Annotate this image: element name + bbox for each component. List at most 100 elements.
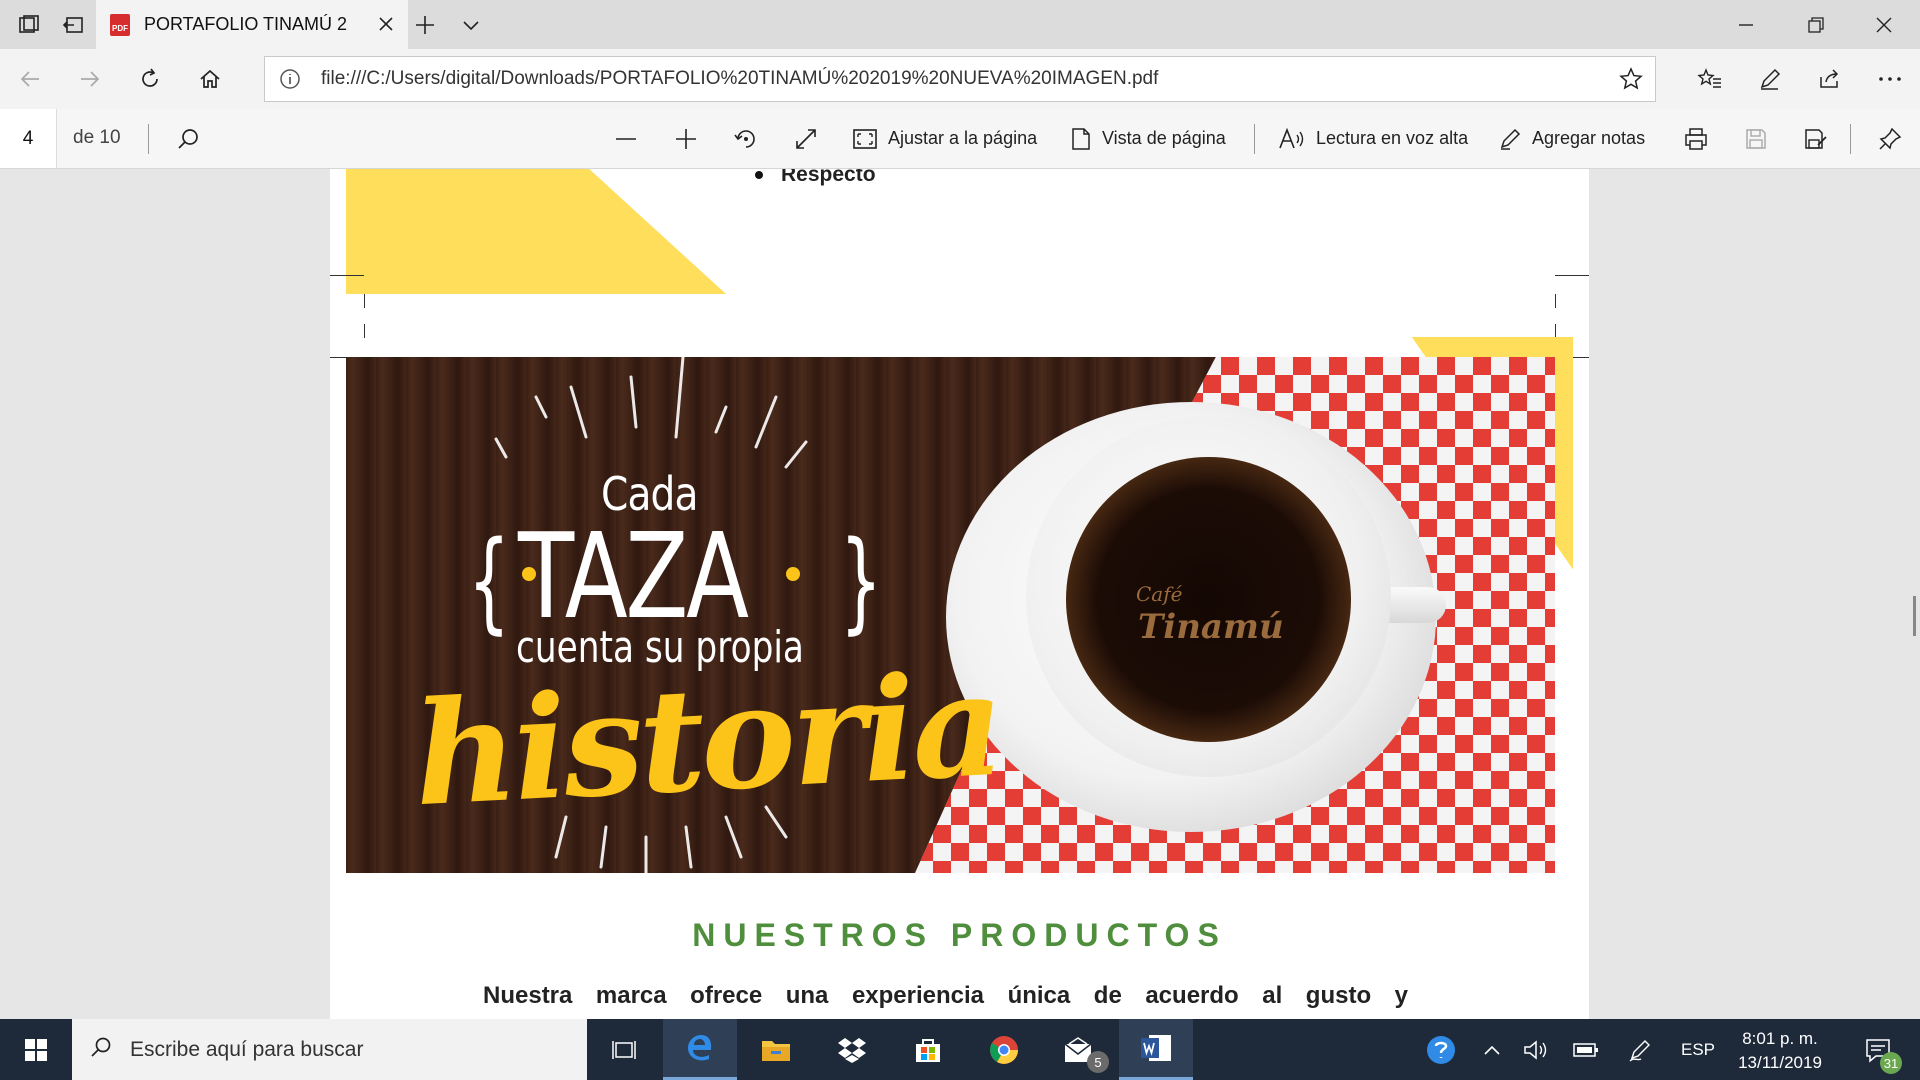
- action-center-icon[interactable]: 31: [1848, 1019, 1908, 1080]
- word-icon[interactable]: [1119, 1019, 1193, 1080]
- search-icon[interactable]: [168, 109, 208, 168]
- battery-icon[interactable]: [1566, 1019, 1606, 1080]
- dropbox-icon[interactable]: [815, 1019, 889, 1080]
- pdf-viewer[interactable]: Respecto Café Tinamú {} Cada TAZA cuent…: [0, 169, 1920, 1019]
- taskbar-search[interactable]: Escribe aquí para buscar: [72, 1019, 587, 1080]
- file-explorer-icon[interactable]: [739, 1019, 813, 1080]
- fullscreen-icon[interactable]: [786, 109, 826, 168]
- language-indicator[interactable]: ESP: [1670, 1019, 1726, 1080]
- add-notes-label: Agregar notas: [1532, 128, 1646, 148]
- favorite-star-icon[interactable]: [1619, 67, 1643, 96]
- read-aloud-button[interactable]: Lectura en voz alta: [1278, 109, 1468, 168]
- set-aside-tabs-icon[interactable]: [44, 0, 102, 49]
- logo-tinamu-text: Tinamú: [1138, 607, 1284, 647]
- volume-icon[interactable]: [1516, 1019, 1556, 1080]
- rotate-icon[interactable]: [726, 109, 766, 168]
- page-view-label: Vista de página: [1102, 128, 1226, 148]
- toolbar-divider: [1850, 124, 1851, 154]
- title-bar: PDF PORTAFOLIO TINAMÚ 2: [0, 0, 1920, 49]
- save-as-icon[interactable]: [1796, 109, 1836, 168]
- pen-notes-icon[interactable]: [1740, 49, 1800, 109]
- tab-pdf[interactable]: PDF PORTAFOLIO TINAMÚ 2: [96, 0, 408, 49]
- pen-workspace-icon[interactable]: [1620, 1019, 1660, 1080]
- minimize-icon[interactable]: [1712, 0, 1780, 49]
- url-field[interactable]: file:///C:/Users/digital/Downloads/PORTA…: [264, 56, 1656, 102]
- close-window-icon[interactable]: [1850, 0, 1918, 49]
- more-menu-icon[interactable]: [1860, 49, 1920, 109]
- share-icon[interactable]: [1800, 49, 1860, 109]
- back-icon[interactable]: [0, 49, 60, 109]
- pdf-icon: PDF: [110, 13, 130, 36]
- scrollbar-thumb[interactable]: [1913, 596, 1916, 636]
- logo-cafe-text: Café: [1136, 582, 1183, 606]
- yellow-shape: [346, 169, 726, 294]
- coffee: [1066, 457, 1351, 742]
- add-notes-icon: [1500, 128, 1521, 150]
- mail-icon[interactable]: 5: [1043, 1019, 1117, 1080]
- toolbar-divider: [148, 124, 149, 154]
- toolbar-divider: [1254, 124, 1255, 154]
- bullet-item: Respecto: [755, 169, 876, 187]
- print-icon[interactable]: [1676, 109, 1716, 168]
- bullet-text: Respecto: [781, 169, 876, 186]
- windows-icon: [25, 1038, 47, 1061]
- read-aloud-label: Lectura en voz alta: [1316, 128, 1469, 148]
- page-view-icon: [1072, 127, 1090, 150]
- restore-icon[interactable]: [1782, 0, 1850, 49]
- forward-icon[interactable]: [60, 49, 120, 109]
- body-text: Nuestra marca ofrece una experiencia úni…: [483, 982, 1408, 1009]
- zoom-out-icon[interactable]: [606, 109, 646, 168]
- store-icon[interactable]: [891, 1019, 965, 1080]
- read-aloud-icon: [1279, 127, 1304, 148]
- search-placeholder: Escribe aquí para buscar: [130, 1037, 364, 1061]
- clock-time: 8:01 p. m.: [1742, 1029, 1818, 1048]
- tab-title: PORTAFOLIO TINAMÚ 2: [144, 14, 348, 34]
- hero-image: Café Tinamú { } Cada TAZA cuenta su prop…: [346, 357, 1555, 873]
- search-icon: [90, 1036, 112, 1063]
- save-icon[interactable]: [1736, 109, 1776, 168]
- crop-mark: [364, 324, 365, 338]
- clock-date: 13/11/2019: [1738, 1053, 1822, 1072]
- right-brace: }: [840, 517, 882, 645]
- pin-toolbar-icon[interactable]: [1870, 109, 1910, 168]
- notification-count: 31: [1880, 1052, 1902, 1074]
- pdf-page-current: Café Tinamú { } Cada TAZA cuenta su prop…: [330, 324, 1589, 1019]
- taskbar: Escribe aquí para buscar 5 ESP 8:01 p. m: [0, 1019, 1920, 1080]
- info-icon[interactable]: [279, 68, 301, 95]
- page-number-input[interactable]: 4: [0, 109, 57, 168]
- chrome-icon[interactable]: [967, 1019, 1041, 1080]
- crop-mark: [1555, 294, 1556, 308]
- clock[interactable]: 8:01 p. m. 13/11/2019: [1720, 1027, 1840, 1075]
- bullet-dot: [755, 171, 763, 179]
- chevron-up-icon[interactable]: [1474, 1019, 1510, 1080]
- address-bar: file:///C:/Users/digital/Downloads/PORTA…: [0, 49, 1920, 109]
- section-title: NUESTROS PRODUCTOS: [692, 917, 1227, 953]
- fit-page-button[interactable]: Ajustar a la página: [852, 109, 1037, 168]
- tab-preview-chevron-icon[interactable]: [442, 0, 500, 49]
- mail-badge: 5: [1087, 1051, 1109, 1073]
- left-brace: {: [468, 517, 510, 645]
- fit-page-icon: [853, 128, 877, 149]
- close-tab-icon[interactable]: [374, 12, 398, 36]
- start-button[interactable]: [0, 1019, 72, 1080]
- page-total: de 10: [73, 127, 121, 148]
- hero-line-historia: historia: [410, 641, 1005, 839]
- task-view-icon[interactable]: [587, 1019, 661, 1080]
- edge-icon[interactable]: [663, 1019, 737, 1080]
- pdf-toolbar: 4 de 10 Ajustar a la página Vista de pág…: [0, 109, 1920, 169]
- crop-mark: [1555, 275, 1589, 276]
- crop-mark: [1573, 357, 1589, 358]
- zoom-in-icon[interactable]: [666, 109, 706, 168]
- home-icon[interactable]: [180, 49, 240, 109]
- page-view-button[interactable]: Vista de página: [1070, 109, 1226, 168]
- crop-mark: [330, 357, 346, 358]
- refresh-icon[interactable]: [120, 49, 180, 109]
- help-icon[interactable]: [1418, 1019, 1464, 1080]
- crop-mark: [364, 294, 365, 308]
- crop-mark: [330, 275, 364, 276]
- yellow-dot: [786, 567, 800, 581]
- favorites-icon[interactable]: [1680, 49, 1740, 109]
- url-text: file:///C:/Users/digital/Downloads/PORTA…: [321, 68, 1159, 89]
- add-notes-button[interactable]: Agregar notas: [1498, 109, 1645, 168]
- crop-mark: [1555, 324, 1556, 338]
